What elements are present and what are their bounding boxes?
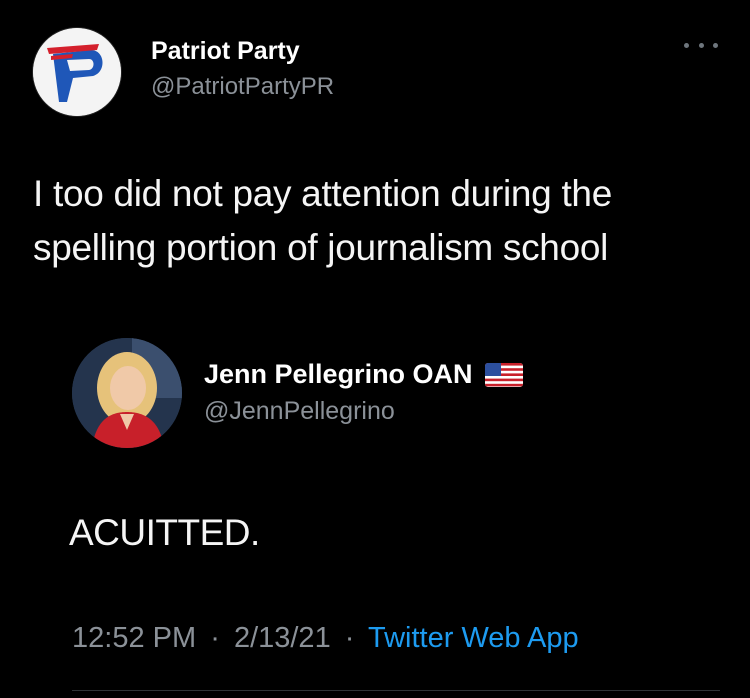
patriot-party-avatar[interactable] xyxy=(33,28,121,116)
author-name[interactable]: Patriot Party xyxy=(151,37,300,66)
tweet-source-link[interactable]: Twitter Web App xyxy=(368,622,579,654)
quoted-user-avatar[interactable] xyxy=(72,338,182,448)
quoted-name-row[interactable]: Jenn Pellegrino OAN xyxy=(204,359,523,390)
profile-photo-icon xyxy=(72,338,182,448)
tweet-text: I too did not pay attention during the s… xyxy=(33,173,612,268)
dot xyxy=(698,42,704,48)
dot xyxy=(713,42,718,48)
meta-separator: · xyxy=(210,622,220,654)
tweet-time[interactable]: 12:52 PM xyxy=(72,622,196,654)
us-flag-icon xyxy=(484,362,523,387)
patriot-party-logo-icon xyxy=(33,28,121,116)
quoted-tweet-text: ACUITTED. xyxy=(69,512,260,553)
quoted-user-name[interactable]: Jenn Pellegrino OAN xyxy=(204,359,473,390)
tweet-date[interactable]: 2/13/21 xyxy=(234,622,331,654)
tweet-meta: 12:52 PM · 2/13/21 · Twitter Web App xyxy=(72,622,579,655)
dot xyxy=(684,42,689,48)
meta-separator: · xyxy=(344,622,355,654)
author-handle[interactable]: @PatriotPartyPR xyxy=(151,73,334,101)
divider xyxy=(72,690,720,691)
quoted-user-handle[interactable]: @JennPellegrino xyxy=(204,397,395,426)
more-dots-icon[interactable] xyxy=(684,38,718,52)
tweet: Patriot Party @PatriotPartyPR I too did … xyxy=(0,0,750,698)
